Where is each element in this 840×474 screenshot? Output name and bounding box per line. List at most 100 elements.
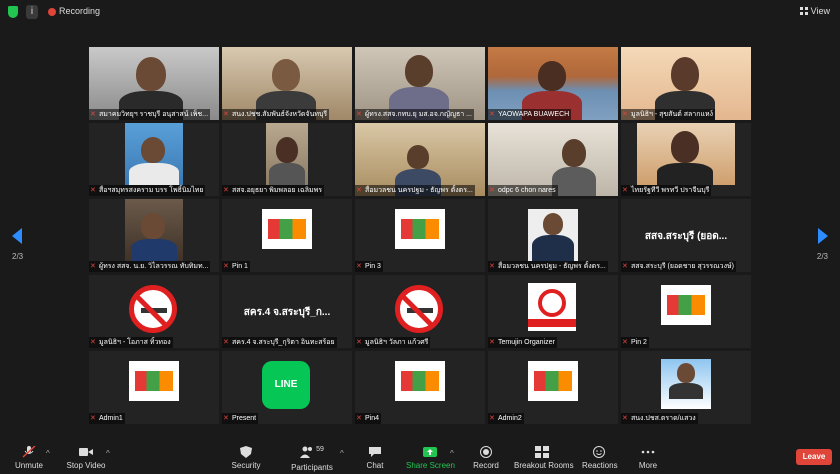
video-tile[interactable]: ✕ Admin2 [488,351,618,424]
share-options-chevron-icon[interactable]: ^ [450,449,454,458]
muted-mic-icon: ✕ [223,111,229,118]
video-tile[interactable]: ✕ สนง.ปชช.สัมพันธ์จังหวัดจันทบุรี [222,47,352,120]
unmute-button[interactable]: Unmute [12,440,46,474]
video-tile[interactable]: ✕ มูลนิธิฯ - สุขสันต์ สลากแหง์ [621,47,751,120]
video-tile[interactable]: ✕ สสจ.อยุธยา พิมพลอย เฉลิมพร [222,123,352,196]
video-tile[interactable]: ✕ ผู้ทรง สสจ. น.ย. วิไลวรรณ ทับทิมท... [89,199,219,272]
shield-icon [240,446,252,458]
video-tile[interactable]: ✕ Admin1 [89,351,219,424]
next-page-arrow-icon[interactable] [818,228,828,244]
meeting-toolbar: Unmute ^ Stop Video ^ Security 59 Partic… [0,440,840,474]
participant-head [272,59,300,91]
muted-mic-icon: ✕ [622,187,628,194]
muted-mic-icon: ✕ [356,263,362,270]
video-tile[interactable]: ✕ สนง.ปชส.ตราด/แสวง [621,351,751,424]
participants-icon [300,446,313,458]
recording-label: Recording [59,6,101,16]
participants-button[interactable]: 59 Participants [288,440,336,474]
participant-name: ✕ Pin4 [355,413,382,424]
share-screen-label: Share Screen [406,461,455,470]
page-indicator-right: 2/3 [816,252,828,261]
muted-mic-icon: ✕ [356,415,362,422]
participants-count: 59 [316,446,324,453]
video-tile[interactable]: ✕ มูลนิธิฯ - โอภาส ทิ้วทอง [89,275,219,348]
muted-mic-icon: ✕ [90,263,96,270]
muted-mic-icon: ✕ [223,415,229,422]
breakout-rooms-icon [535,446,549,458]
leave-button[interactable]: Leave [796,449,832,465]
record-button[interactable]: Record [472,440,500,474]
muted-mic-icon: ✕ [223,263,229,270]
video-tile[interactable]: ✕ มูลนิธิฯ วัลภา แก้วศรี [355,275,485,348]
participant-display-name: สสจ.สระบุรี (ยอด... [644,231,728,242]
view-button[interactable]: View [799,6,830,16]
participant-name: ✕ สสจ.สระบุรี (ยอดชาย สุวรรณวงษ์) [621,261,736,272]
video-tile[interactable]: ✕ Temujin Organizer [488,275,618,348]
participant-name: ✕ Pin 3 [355,261,383,272]
audio-options-chevron-icon[interactable]: ^ [46,449,50,458]
page-indicator-left: 2/3 [12,252,24,261]
participant-body [552,167,596,196]
participant-info-icon[interactable]: i [26,5,38,19]
video-tile[interactable]: ✕ Pin4 [355,351,485,424]
muted-mic-icon: ✕ [90,415,96,422]
ellipsis-icon [641,450,655,454]
muted-mic-icon: ✕ [489,111,495,118]
video-tile[interactable]: ✕ Pin 2 [621,275,751,348]
smiley-icon [593,446,605,458]
participant-name: ✕ Pin 2 [621,337,649,348]
muted-mic-icon: ✕ [356,187,362,194]
security-button[interactable]: Security [228,440,264,474]
video-tile[interactable]: ✕ สมาคมวิทยุฯ ราชบุรี อนุสาสน์ เพ็ช... [89,47,219,120]
video-tile[interactable]: ✕ ไทยรัฐทีวี พรทวี ปราจีนบุรี [621,123,751,196]
participant-name: ✕ สนง.ปชส.ตราด/แสวง [621,413,698,424]
video-tile[interactable]: ✕ Pin 3 [355,199,485,272]
participant-name: ✕ Temujin Organizer [488,337,557,348]
share-screen-button[interactable]: Share Screen [406,440,455,474]
participant-body [131,239,177,261]
participant-head [671,131,699,163]
muted-mic-icon: ✕ [90,187,96,194]
video-tile[interactable]: ✕ สื่อมวลชน นครปฐม - ธัญพร ตั้งตร... [355,123,485,196]
muted-mic-icon: ✕ [489,339,495,346]
video-tile[interactable]: สสจ.สระบุรี (ยอด... ✕ สสจ.สระบุรี (ยอดชาย… [621,199,751,272]
participant-head [141,137,165,163]
previous-page-arrow-icon[interactable] [12,228,22,244]
video-tile[interactable]: ✕ สื่อมวลชน นครปฐม - ธัญพร ตั้งตร... [488,199,618,272]
stop-video-label: Stop Video [66,461,106,470]
video-options-chevron-icon[interactable]: ^ [106,449,110,458]
reactions-button[interactable]: Reactions [582,440,618,474]
participant-name: ✕ สนง.ปชช.สัมพันธ์จังหวัดจันทบุรี [222,109,330,120]
participant-name: ✕ Admin1 [89,413,125,424]
video-tile[interactable]: ✕ ผู้ทรง.สสจ.กทบ.ยุ มส.อจ.กญัญูธา ... [355,47,485,120]
video-tile[interactable]: LINE ✕ Present [222,351,352,424]
record-icon [480,446,492,458]
more-label: More [638,461,658,470]
participants-options-chevron-icon[interactable]: ^ [340,449,344,458]
participant-name: ✕ สื่อมวลชน นครปฐม - ธัญพร ตั้งตร... [488,261,608,272]
muted-mic-icon: ✕ [356,111,362,118]
muted-mic-icon: ✕ [489,415,495,422]
participant-head [538,61,566,91]
participant-head [276,137,298,163]
video-tile[interactable]: ✕ YAOWAPA BUAWECH [488,47,618,120]
muted-mic-icon: ✕ [223,339,229,346]
video-tile[interactable]: ✕ Pin 1 [222,199,352,272]
muted-mic-icon: ✕ [489,187,495,194]
chat-button[interactable]: Chat [362,440,388,474]
participant-name: ✕ มูลนิธิฯ วัลภา แก้วศรี [355,337,431,348]
video-tile[interactable]: ✕ odpc 6 chon nares [488,123,618,196]
security-shield-icon[interactable] [8,6,18,18]
participant-name: ✕ ไทยรัฐทีวี พรทวี ปราจีนบุรี [621,185,712,196]
participant-body [669,383,703,399]
stop-video-button[interactable]: Stop Video [64,440,108,474]
more-button[interactable]: More [636,440,660,474]
breakout-rooms-button[interactable]: Breakout Rooms [514,440,574,474]
muted-mic-icon: ✕ [622,111,628,118]
participant-display-name: สคร.4 จ.สระบุรี_ก... [243,307,331,318]
video-tile[interactable]: สคร.4 จ.สระบุรี_ก... ✕ สคร.4 จ.สระบุรี_กุ… [222,275,352,348]
video-tile[interactable]: ✕ สื่อฯสมุทรสงคราม บรร โพธิ์นิมไทย [89,123,219,196]
participant-head [671,57,699,91]
muted-mic-icon: ✕ [223,187,229,194]
participant-head [405,55,433,87]
